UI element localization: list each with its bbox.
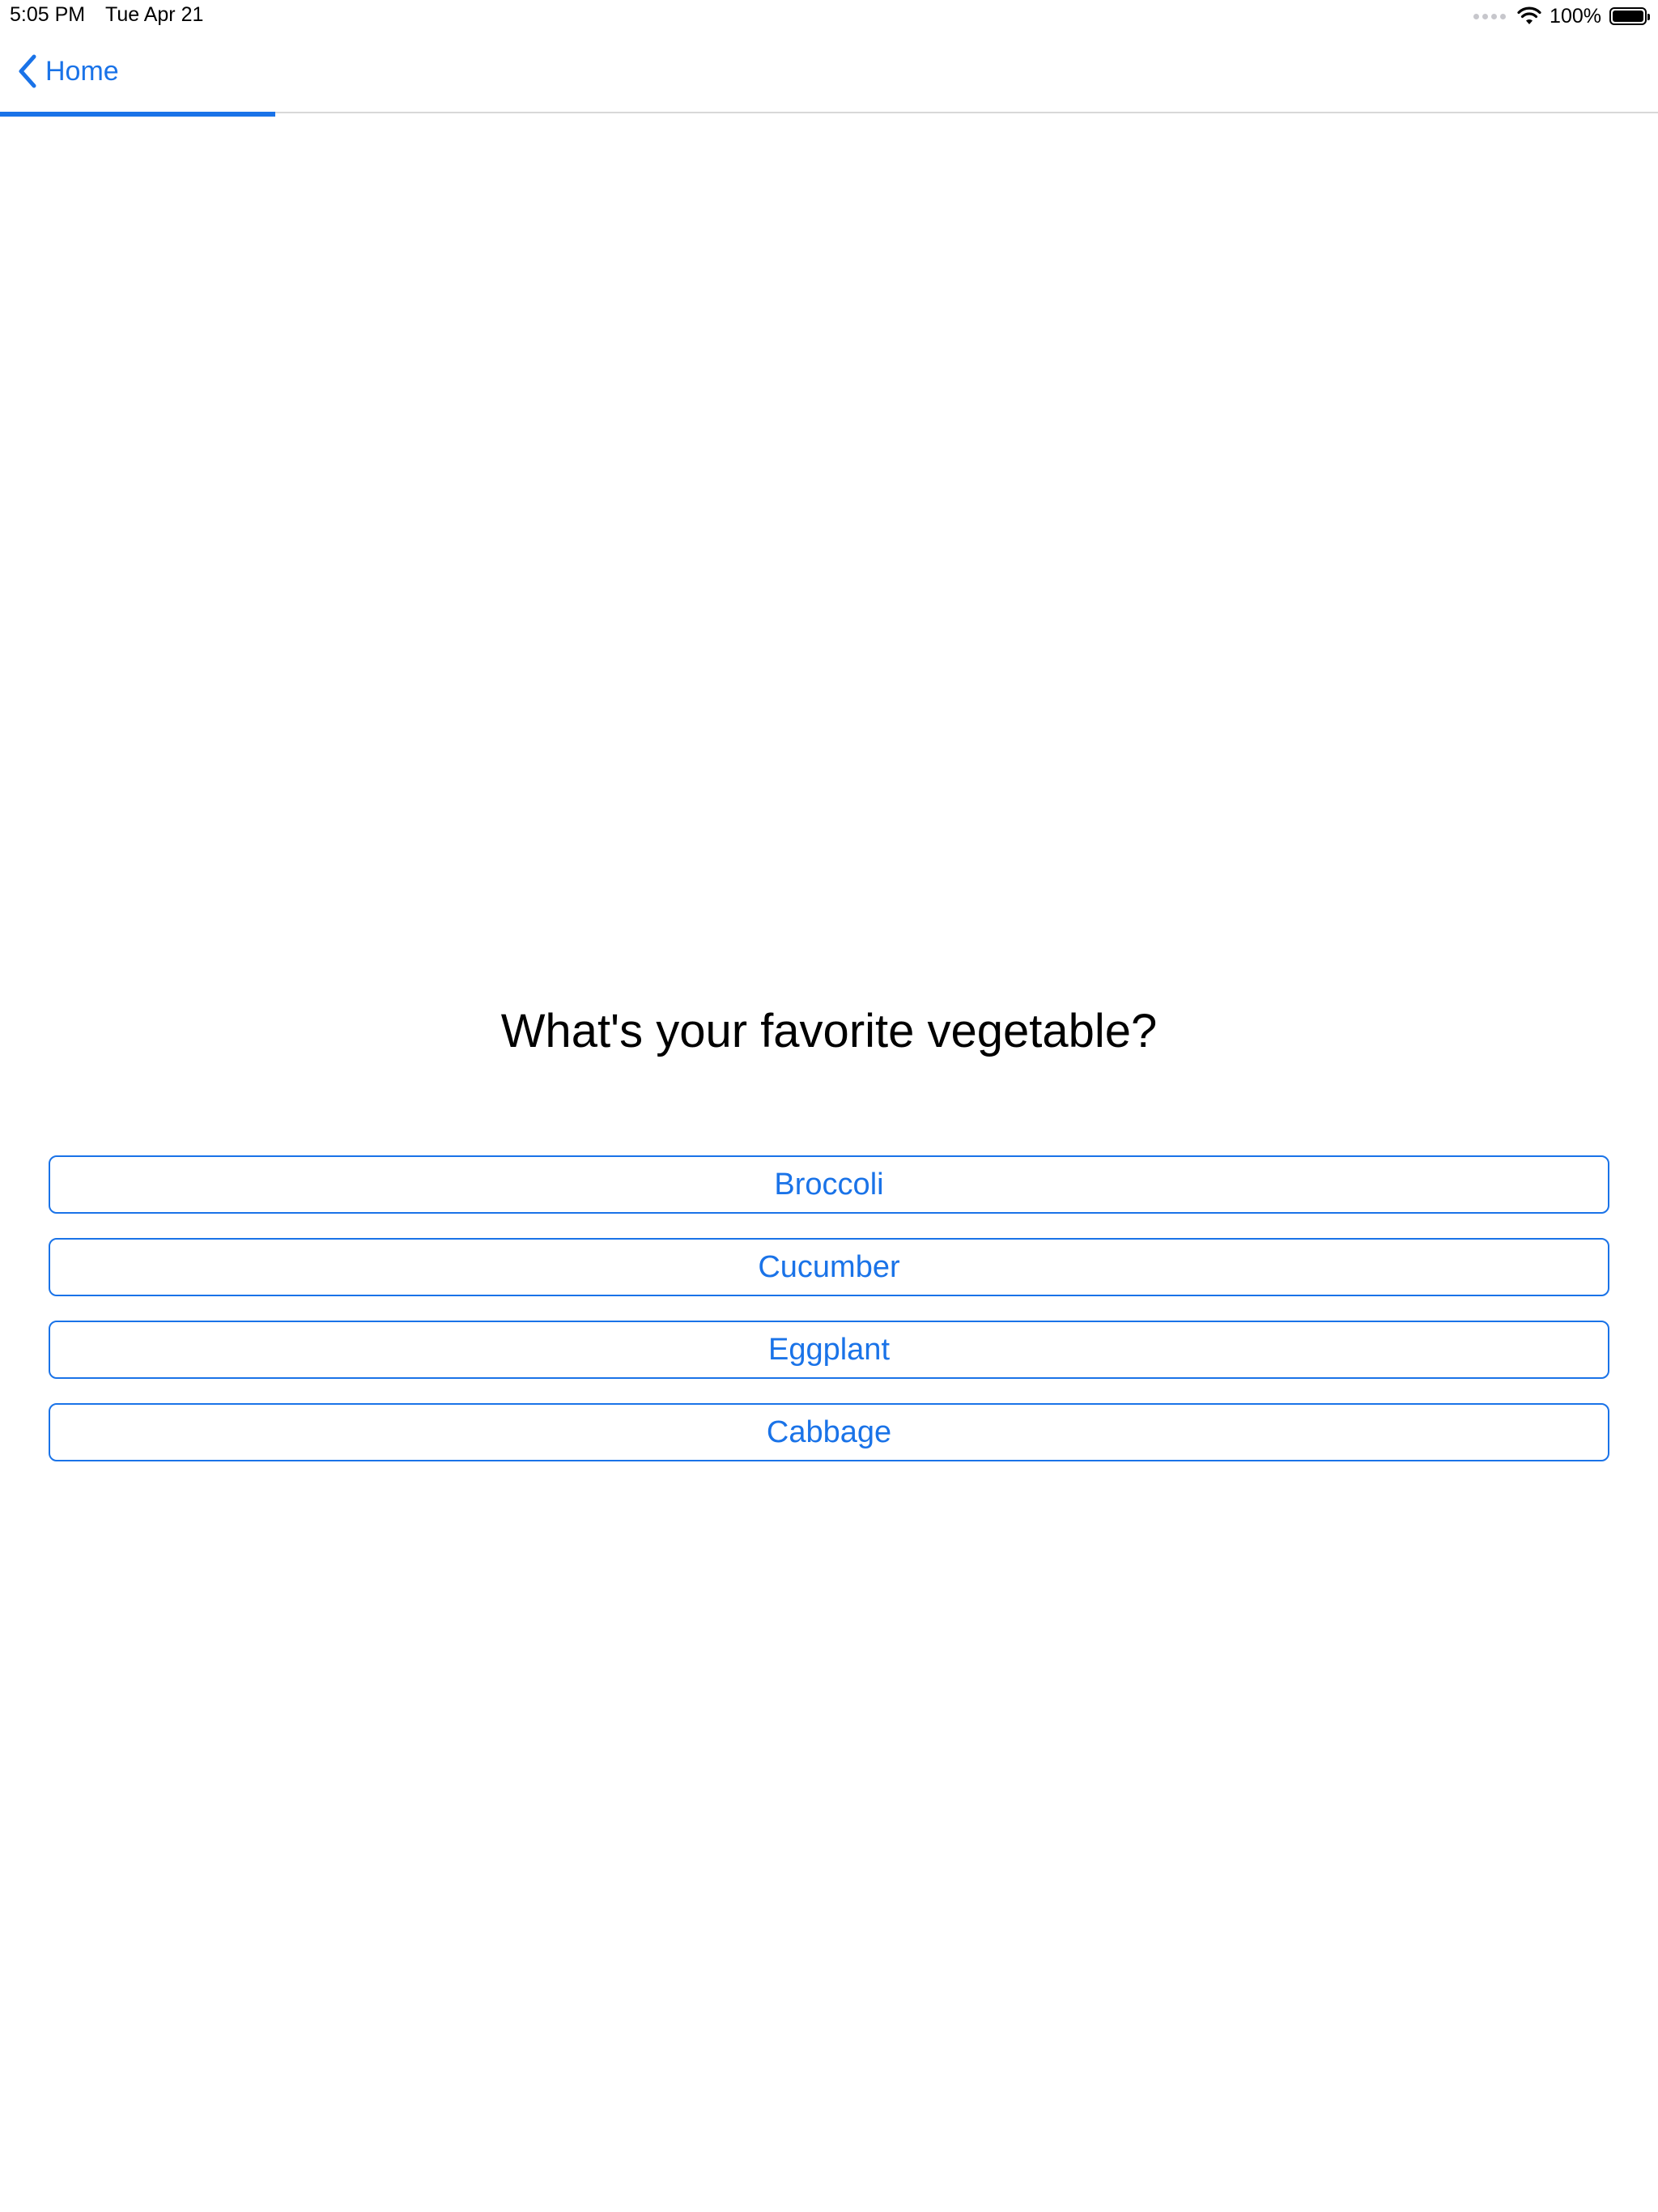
status-bar: 5:05 PM Tue Apr 21 100% <box>0 0 1658 32</box>
battery-percentage: 100% <box>1550 4 1601 28</box>
navigation-bar: Home <box>0 32 1658 113</box>
answer-list: Broccoli Cucumber Eggplant Cabbage <box>49 1155 1609 1486</box>
back-button[interactable]: Home <box>16 50 119 92</box>
question-title: What's your favorite vegetable? <box>500 1005 1158 1057</box>
survey-screen: 5:05 PM Tue Apr 21 100% Home What's your… <box>0 0 1658 2212</box>
survey-progress-bar <box>0 112 1658 117</box>
chevron-left-icon <box>19 54 36 88</box>
answer-button-cabbage[interactable]: Cabbage <box>49 1403 1609 1461</box>
cellular-dots-icon <box>1473 13 1507 19</box>
answer-button-broccoli[interactable]: Broccoli <box>49 1155 1609 1214</box>
battery-nub <box>1647 14 1650 20</box>
wifi-icon <box>1517 6 1541 24</box>
survey-progress-fill <box>0 112 275 117</box>
answer-button-eggplant[interactable]: Eggplant <box>49 1321 1609 1379</box>
battery-level <box>1613 11 1643 22</box>
status-time: 5:05 PM <box>10 3 86 26</box>
status-date: Tue Apr 21 <box>105 3 204 26</box>
back-button-label: Home <box>45 55 119 87</box>
status-indicators: 100% <box>1473 3 1650 29</box>
battery-icon <box>1609 7 1650 25</box>
answer-button-cucumber[interactable]: Cucumber <box>49 1238 1609 1296</box>
